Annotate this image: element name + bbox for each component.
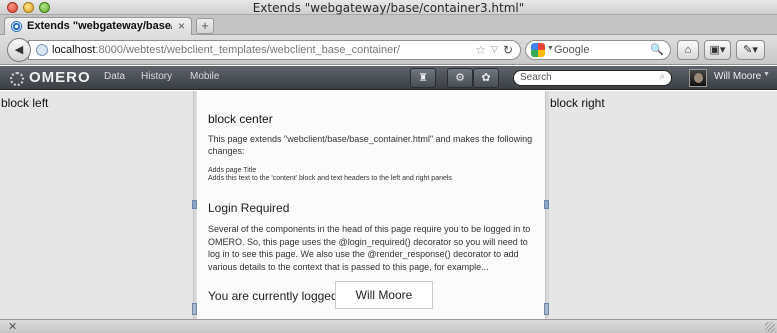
omero-logo-text: OMERO (29, 69, 91, 86)
change-item: Adds this text to the 'content' block an… (208, 175, 452, 182)
reload-icon[interactable]: ↻ (503, 43, 513, 57)
bookmark-star-icon[interactable]: ☆ (475, 43, 486, 57)
close-addon-bar-icon[interactable]: ✕ (8, 320, 17, 333)
login-heading: Login Required (208, 201, 290, 215)
new-tab-button[interactable]: + (196, 18, 214, 34)
search-placeholder: Google (554, 44, 590, 56)
tab-close-icon[interactable]: × (178, 19, 185, 33)
search-icon[interactable]: 🔍 (650, 43, 664, 56)
scripts-icon[interactable]: ⚙ (447, 68, 473, 88)
browser-toolbar: localhost:8000/webtest/webclient_templat… (0, 35, 777, 65)
tab-strip: Extends "webgateway/base/co... × + (0, 15, 777, 35)
url-host: localhost (52, 44, 96, 56)
center-panel: block center This page extends "webclien… (198, 91, 545, 319)
search-engine-dropdown-icon[interactable]: ▼ (547, 45, 554, 52)
url-path: :8000/webtest/webclient_templates/webcli… (95, 44, 400, 56)
nav-history[interactable]: History (141, 71, 172, 82)
user-name[interactable]: Will Moore (714, 71, 761, 82)
nav-mobile[interactable]: Mobile (190, 71, 219, 82)
tab-label: Extends "webgateway/base/co... (27, 20, 172, 32)
google-icon[interactable] (531, 43, 545, 57)
browser-tab[interactable]: Extends "webgateway/base/co... × (4, 17, 192, 35)
omero-search-icon[interactable]: ⌕ (659, 71, 665, 82)
favicon-icon (11, 21, 22, 32)
left-splitter[interactable] (192, 91, 197, 319)
bookmarks-button[interactable]: ▣▾ (704, 40, 731, 60)
window-title: Extends "webgateway/base/container3.html… (252, 1, 525, 15)
extensions-button[interactable]: ✎▾ (736, 40, 765, 60)
home-button[interactable]: ⌂ (677, 40, 699, 60)
right-panel: block right (549, 91, 777, 319)
nav-data[interactable]: Data (104, 71, 125, 82)
url-dropdown-icon[interactable]: ▽ (491, 44, 498, 55)
avatar[interactable] (689, 69, 707, 87)
left-splitter-handle-icon[interactable] (192, 200, 197, 209)
search-field[interactable]: ▼ Google 🔍 (525, 40, 671, 60)
share-icon[interactable]: ✿ (473, 68, 499, 88)
resize-grip-icon[interactable] (765, 322, 775, 332)
intro-text: This page extends "webclient/base/base_c… (208, 134, 533, 156)
status-bar: ✕ (0, 319, 777, 333)
omero-logo-icon (10, 72, 24, 86)
center-title: block center (208, 112, 273, 126)
left-panel: block left (0, 91, 193, 319)
omero-search-input[interactable]: Search ⌕ (513, 70, 672, 86)
basket-icon[interactable]: ♜ (410, 68, 436, 88)
left-splitter-bottom-handle-icon[interactable] (192, 303, 197, 315)
right-panel-title: block right (550, 96, 605, 110)
url-text[interactable]: localhost:8000/webtest/webclient_templat… (52, 44, 400, 56)
logged-in-user: Will Moore (335, 281, 433, 309)
address-bar[interactable]: localhost:8000/webtest/webclient_templat… (28, 40, 521, 60)
left-panel-title: block left (1, 96, 49, 110)
user-menu-caret-icon[interactable]: ▼ (763, 71, 770, 78)
change-item: Adds page Title (208, 167, 257, 174)
login-text: Several of the components in the head of… (208, 224, 531, 272)
omero-search-placeholder: Search (520, 72, 552, 83)
back-button[interactable]: ◀ (7, 38, 31, 62)
window-title-bar: Extends "webgateway/base/container3.html… (0, 0, 777, 15)
changes-list: Adds page Title Adds this text to the 'c… (208, 167, 452, 183)
omero-header: OMERO Data History Mobile ♜ ⚙ ✿ Search ⌕… (0, 66, 777, 90)
globe-icon (36, 44, 48, 56)
